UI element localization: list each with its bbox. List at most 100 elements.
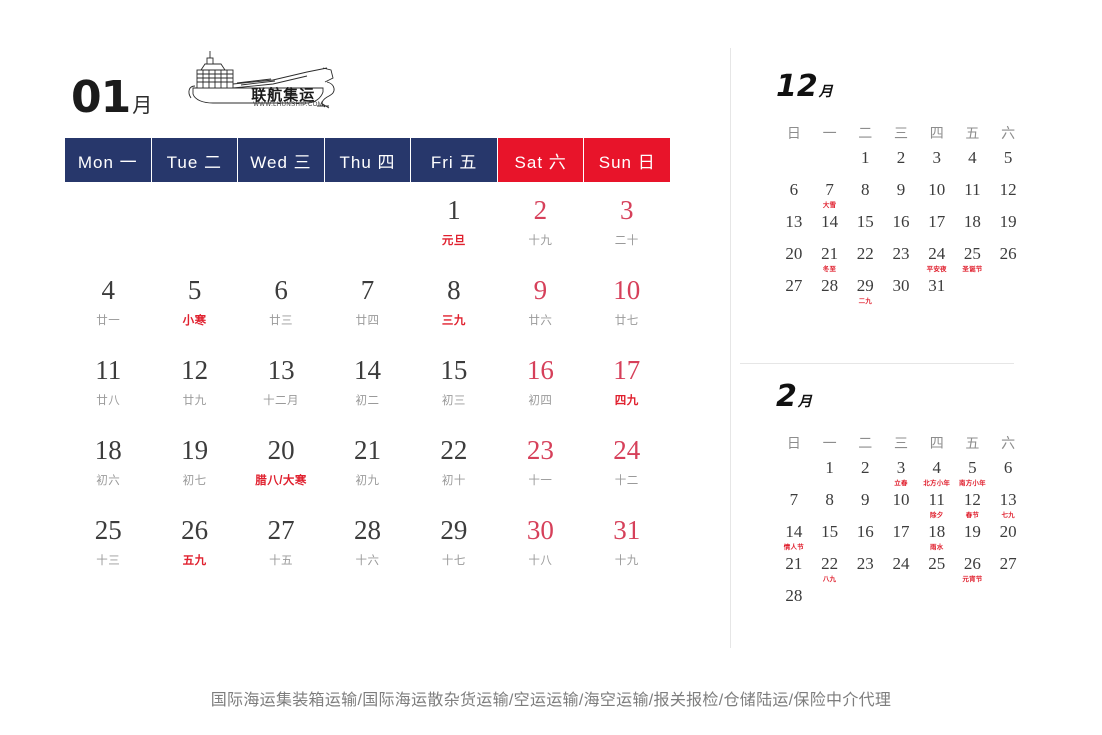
day-cell[interactable]: 11 廿八 <box>65 342 151 422</box>
mini-day-cell[interactable]: 12 <box>990 180 1026 212</box>
day-cell[interactable]: 23 十一 <box>497 422 583 502</box>
mini-day-cell[interactable]: 20 <box>776 244 812 276</box>
mini-day-cell[interactable]: 5 南方小年 <box>955 458 991 490</box>
mini-day-cell[interactable]: 27 <box>776 276 812 308</box>
mini-day-cell[interactable]: 14 情人节 <box>776 522 812 554</box>
mini-day-cell[interactable]: 11 <box>955 180 991 212</box>
mini-day-cell[interactable]: 7 <box>776 490 812 522</box>
day-cell[interactable]: 14 初二 <box>324 342 410 422</box>
mini-day-cell[interactable]: 4 <box>955 148 991 180</box>
mini-day-number: 8 <box>861 180 870 199</box>
mini-day-cell[interactable]: 16 <box>883 212 919 244</box>
mini-day-cell[interactable]: 15 <box>847 212 883 244</box>
mini-day-cell[interactable]: 19 <box>955 522 991 554</box>
mini-day-cell[interactable]: 23 <box>883 244 919 276</box>
day-cell[interactable]: 3 二十 <box>584 182 670 262</box>
weekday-header-1: Tue 二 <box>151 138 239 182</box>
mini-day-cell[interactable]: 28 <box>776 586 812 618</box>
mini-day-cell[interactable]: 17 <box>883 522 919 554</box>
mini-day-cell[interactable]: 29 二九 <box>847 276 883 308</box>
day-cell[interactable]: 8 三九 <box>411 262 497 342</box>
mini-day-cell[interactable]: 30 <box>883 276 919 308</box>
lunar-label: 十七 <box>441 554 466 567</box>
mini-day-cell[interactable]: 24 <box>883 554 919 586</box>
mini-day-cell[interactable]: 13 <box>776 212 812 244</box>
day-cell[interactable]: 1 元旦 <box>411 182 497 262</box>
lunar-label: 十三 <box>96 554 121 567</box>
day-cell[interactable]: 24 十二 <box>584 422 670 502</box>
mini-day-cell[interactable]: 20 <box>990 522 1026 554</box>
day-cell[interactable]: 9 廿六 <box>497 262 583 342</box>
day-cell[interactable]: 13 十二月 <box>238 342 324 422</box>
day-cell[interactable]: 28 十六 <box>324 502 410 582</box>
mini-day-number: 12 <box>999 180 1017 199</box>
day-cell[interactable]: 4 廿一 <box>65 262 151 342</box>
mini-day-cell[interactable]: 23 <box>847 554 883 586</box>
mini-day-cell[interactable]: 21 <box>776 554 812 586</box>
mini-day-cell[interactable]: 2 <box>883 148 919 180</box>
mini-day-cell[interactable]: 11 除夕 <box>919 490 955 522</box>
day-cell[interactable]: 12 廿九 <box>151 342 237 422</box>
mini-day-cell[interactable]: 22 <box>847 244 883 276</box>
mini-day-cell[interactable]: 1 <box>847 148 883 180</box>
mini-day-cell[interactable]: 1 <box>812 458 848 490</box>
lunar-label: 十九 <box>528 234 553 247</box>
mini-day-cell[interactable]: 6 <box>990 458 1026 490</box>
mini-day-cell[interactable]: 13 七九 <box>990 490 1026 522</box>
mini-day-cell[interactable]: 10 <box>883 490 919 522</box>
mini-day-number: 14 <box>785 522 803 541</box>
mini-day-cell[interactable]: 3 立春 <box>883 458 919 490</box>
mini-day-cell[interactable]: 31 <box>919 276 955 308</box>
day-cell[interactable]: 25 十三 <box>65 502 151 582</box>
mini-day-cell[interactable]: 16 <box>847 522 883 554</box>
day-cell[interactable]: 2 十九 <box>497 182 583 262</box>
mini-day-cell[interactable]: 26 元宵节 <box>955 554 991 586</box>
mini-day-cell[interactable]: 7 大雪 <box>812 180 848 212</box>
day-cell[interactable]: 21 初九 <box>324 422 410 502</box>
mini-day-cell[interactable]: 8 <box>812 490 848 522</box>
mini-day-cell[interactable]: 10 <box>919 180 955 212</box>
day-cell[interactable]: 26 五九 <box>151 502 237 582</box>
mini-day-cell[interactable]: 6 <box>776 180 812 212</box>
day-cell[interactable]: 10 廿七 <box>584 262 670 342</box>
day-cell[interactable]: 7 廿四 <box>324 262 410 342</box>
mini-day-cell[interactable]: 12 春节 <box>955 490 991 522</box>
day-cell[interactable]: 5 小寒 <box>151 262 237 342</box>
mini-day-cell[interactable]: 18 <box>955 212 991 244</box>
mini-day-number: 19 <box>999 212 1017 231</box>
day-cell[interactable]: 18 初六 <box>65 422 151 502</box>
mini-day-cell[interactable]: 28 <box>812 276 848 308</box>
mini-day-cell[interactable]: 22 八九 <box>812 554 848 586</box>
mini-day-cell[interactable]: 15 <box>812 522 848 554</box>
mini-day-cell[interactable]: 19 <box>990 212 1026 244</box>
mini-day-cell[interactable]: 8 <box>847 180 883 212</box>
mini-day-cell[interactable]: 26 <box>990 244 1026 276</box>
day-cell[interactable]: 19 初七 <box>151 422 237 502</box>
mini-day-cell[interactable]: 21 冬至 <box>812 244 848 276</box>
day-cell[interactable]: 15 初三 <box>411 342 497 422</box>
mini-day-cell[interactable]: 2 <box>847 458 883 490</box>
mini-day-cell[interactable]: 9 <box>847 490 883 522</box>
day-cell[interactable]: 31 十九 <box>584 502 670 582</box>
day-cell[interactable]: 17 四九 <box>584 342 670 422</box>
mini-day-cell[interactable]: 17 <box>919 212 955 244</box>
day-cell[interactable]: 30 十八 <box>497 502 583 582</box>
mini-day-cell[interactable]: 27 <box>990 554 1026 586</box>
day-cell[interactable]: 27 十五 <box>238 502 324 582</box>
day-cell[interactable]: 22 初十 <box>411 422 497 502</box>
mini-day-cell[interactable]: 18 雨水 <box>919 522 955 554</box>
day-number: 17 <box>613 355 641 386</box>
lunar-label: 十二月 <box>263 394 300 407</box>
mini-day-cell[interactable]: 25 圣诞节 <box>955 244 991 276</box>
mini-day-cell[interactable]: 4 北方小年 <box>919 458 955 490</box>
day-cell[interactable]: 16 初四 <box>497 342 583 422</box>
mini-day-cell[interactable]: 24 平安夜 <box>919 244 955 276</box>
mini-day-cell[interactable]: 9 <box>883 180 919 212</box>
mini-day-cell[interactable]: 3 <box>919 148 955 180</box>
day-cell[interactable]: 29 十七 <box>411 502 497 582</box>
day-cell[interactable]: 6 廿三 <box>238 262 324 342</box>
mini-day-cell[interactable]: 25 <box>919 554 955 586</box>
day-cell[interactable]: 20 腊八/大寒 <box>238 422 324 502</box>
mini-day-cell[interactable]: 14 <box>812 212 848 244</box>
mini-day-cell[interactable]: 5 <box>990 148 1026 180</box>
